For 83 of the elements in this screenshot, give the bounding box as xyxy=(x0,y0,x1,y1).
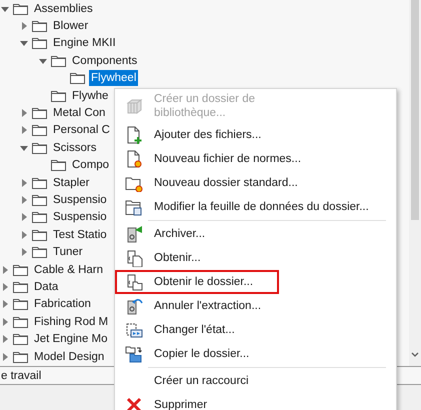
folder-icon xyxy=(13,280,28,293)
folder-icon xyxy=(13,333,28,346)
folder-icon xyxy=(32,176,47,189)
collapsed-arrow-icon[interactable] xyxy=(19,247,29,258)
menu-item[interactable]: Créer un raccourci xyxy=(115,369,275,393)
folder-icon xyxy=(32,142,47,154)
folder-icon xyxy=(13,264,28,276)
menu-item[interactable]: Changer l'état... xyxy=(115,318,261,342)
undo-check-out-icon xyxy=(125,297,143,315)
copy-folder-icon xyxy=(125,345,143,363)
folder-icon xyxy=(13,350,28,362)
menu-item[interactable]: Modifier la feuille de données du dossier... xyxy=(115,195,395,219)
tree-item[interactable]: Scissors xyxy=(51,140,98,156)
collapsed-arrow-icon[interactable] xyxy=(0,316,10,327)
tree-item[interactable]: Personal C xyxy=(51,122,112,138)
folder-icon xyxy=(51,54,66,67)
folder-icon xyxy=(51,159,66,172)
tree-item[interactable]: Assemblies xyxy=(32,0,95,17)
tree-item[interactable]: Model Design xyxy=(32,348,106,364)
folder-icon xyxy=(13,298,28,310)
collapsed-arrow-icon[interactable] xyxy=(19,194,29,205)
collapsed-arrow-icon[interactable] xyxy=(0,299,10,310)
folder-icon xyxy=(32,37,47,50)
collapsed-arrow-icon[interactable] xyxy=(0,264,10,275)
folder-icon xyxy=(32,124,47,136)
tree-item[interactable]: Data xyxy=(32,278,60,295)
tree-item[interactable]: Engine MKII xyxy=(51,35,118,52)
menu-item[interactable]: Supprimer xyxy=(115,393,234,410)
folder-icon xyxy=(32,20,47,32)
add-file-icon xyxy=(125,126,143,144)
scrollbar-thumb[interactable] xyxy=(411,0,419,220)
folder-icon xyxy=(51,90,66,102)
tree-item[interactable]: Flywhe xyxy=(70,88,110,104)
scroll-down-icon[interactable] xyxy=(411,352,419,358)
menu-item[interactable]: Nouveau fichier de normes... xyxy=(115,147,328,171)
library-icon xyxy=(125,97,143,115)
tree-item[interactable]: Stapler xyxy=(51,174,92,191)
new-file-icon xyxy=(125,150,143,168)
folder-icon xyxy=(32,228,47,241)
collapsed-arrow-icon[interactable] xyxy=(19,212,29,222)
get-file-icon xyxy=(125,249,143,267)
folder-icon xyxy=(13,316,28,328)
collapsed-arrow-icon[interactable] xyxy=(0,334,10,344)
collapsed-arrow-icon[interactable] xyxy=(19,230,29,240)
tree-item[interactable]: Components xyxy=(70,52,140,69)
tree-item[interactable]: Flywheel xyxy=(89,70,138,86)
collapsed-arrow-icon[interactable] xyxy=(0,282,10,292)
folder-data-icon xyxy=(125,198,143,216)
folder-icon xyxy=(32,246,47,258)
status-text: e travail xyxy=(1,370,42,382)
collapsed-arrow-icon[interactable] xyxy=(19,108,29,118)
menu-item[interactable]: Archiver... xyxy=(115,222,232,246)
menu-item[interactable]: Nouveau dossier standard... xyxy=(115,171,324,195)
menu-item[interactable]: Obtenir... xyxy=(115,246,227,270)
collapsed-arrow-icon[interactable] xyxy=(0,352,10,362)
tree-item[interactable]: Suspensio xyxy=(51,209,109,226)
change-state-icon xyxy=(125,321,143,339)
get-folder-icon xyxy=(125,273,143,291)
tree-item[interactable]: Blower xyxy=(51,18,90,34)
tree-item[interactable]: Cable & Harn xyxy=(32,262,106,278)
menu-item[interactable]: Copier le dossier... xyxy=(115,342,276,366)
menu-item[interactable]: Ajouter des fichiers... xyxy=(115,123,288,147)
tree-item[interactable]: Test Statio xyxy=(51,226,109,243)
tree-item[interactable]: Suspensio xyxy=(51,192,109,208)
collapsed-arrow-icon[interactable] xyxy=(19,125,29,136)
tree-item[interactable]: Compo xyxy=(70,157,112,174)
menu-item[interactable]: Annuler l'extraction... xyxy=(115,294,288,318)
delete-icon xyxy=(125,396,143,410)
menu-item[interactable]: Obtenir le dossier... xyxy=(115,270,280,294)
tree-item[interactable]: Tuner xyxy=(51,244,85,260)
collapsed-arrow-icon[interactable] xyxy=(19,178,29,188)
tree-item[interactable]: Metal Con xyxy=(51,105,108,122)
folder-icon xyxy=(13,2,28,15)
folder-icon xyxy=(32,107,47,120)
tree-item[interactable]: Fishing Rod M xyxy=(32,314,110,330)
folder-icon xyxy=(32,211,47,224)
expanded-arrow-icon[interactable] xyxy=(19,38,29,48)
collapsed-arrow-icon[interactable] xyxy=(19,21,29,32)
folder-icon xyxy=(32,194,47,206)
tree-item[interactable]: Jet Engine Mo xyxy=(32,331,110,348)
tree-item[interactable]: Fabrication xyxy=(32,296,93,312)
folder-icon xyxy=(70,72,85,84)
check-in-icon xyxy=(125,225,143,243)
